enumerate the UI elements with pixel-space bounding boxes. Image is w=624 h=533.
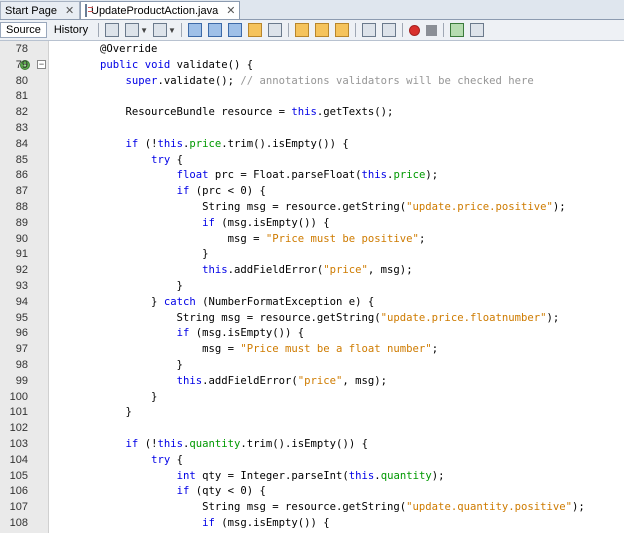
code-line: ResourceBundle resource = this.getTexts(… <box>49 106 394 119</box>
uncomment-icon[interactable] <box>469 23 484 37</box>
editor-toolbar: Source History ▼ ▼ <box>0 20 624 41</box>
code-line: } catch (NumberFormatException e) { <box>49 295 375 308</box>
toolbar-separator <box>354 23 356 37</box>
code-line: String msg = resource.getString("update.… <box>49 311 560 324</box>
code-line: if (!this.price.trim().isEmpty()) { <box>125 137 349 150</box>
code-line: } <box>49 406 132 419</box>
line-number: 86 <box>15 169 28 182</box>
code-line: String msg = resource.getString("update.… <box>49 201 566 213</box>
previous-bookmark-icon[interactable] <box>294 23 309 37</box>
line-number: 78 <box>15 43 28 55</box>
forward-icon[interactable] <box>153 23 168 37</box>
line-number: 82 <box>15 106 28 119</box>
code-editor[interactable]: @Override public void validate() { super… <box>49 41 624 533</box>
toggle-highlight-icon[interactable] <box>247 23 262 37</box>
start-macro-recording-icon[interactable] <box>408 24 420 36</box>
code-line: super.validate(); // annotations validat… <box>125 74 534 87</box>
shift-left-icon[interactable] <box>361 23 376 37</box>
code-line: try { <box>151 153 183 166</box>
code-line: if (qty < 0) { <box>176 485 266 498</box>
line-number-gutter: − 78 79 80 81 82 83 84 85 86 87 88 89 90 91 92 93 94 95 96… <box>0 41 49 533</box>
line-number: 90 <box>15 232 28 245</box>
close-icon[interactable]: ✕ <box>226 4 235 17</box>
code-line: this.addFieldError("price", msg); <box>176 374 388 387</box>
code-line: float prc = Float.parseFloat(this.price)… <box>176 169 439 182</box>
line-number: 84 <box>15 137 28 150</box>
line-number: 87 <box>15 185 28 198</box>
line-number: 107 <box>9 501 28 514</box>
toolbar-separator <box>442 23 444 37</box>
code-line: } <box>49 280 183 292</box>
line-number: 100 <box>9 390 28 403</box>
back-icon[interactable] <box>125 23 140 37</box>
code-line: public void validate() { <box>100 58 254 71</box>
line-number: 95 <box>15 311 28 324</box>
code-line: } <box>49 390 158 403</box>
history-button[interactable]: History <box>49 22 93 38</box>
line-number: 94 <box>15 295 28 308</box>
line-number: 98 <box>15 359 28 371</box>
line-number: 80 <box>15 74 28 87</box>
line-number: 101 <box>9 406 28 419</box>
java-file-icon <box>85 4 93 17</box>
code-line: msg = "Price must be a float number"; <box>49 343 439 356</box>
editor-tab-bar: Start Page ✕ UpdateProductAction.java ✕ <box>0 0 624 20</box>
source-button[interactable]: Source <box>0 22 47 38</box>
code-line: if (msg.isEmpty()) { <box>202 517 330 529</box>
code-line: if (prc < 0) { <box>176 185 266 198</box>
tab-label: UpdateProductAction.java <box>91 4 219 17</box>
line-number: 104 <box>9 453 28 466</box>
line-number: 89 <box>15 216 28 229</box>
code-line: if (msg.isEmpty()) { <box>202 216 330 229</box>
line-number: 103 <box>9 438 28 450</box>
line-number: 105 <box>9 469 28 482</box>
tab-start-page[interactable]: Start Page ✕ <box>0 1 80 19</box>
line-number: 81 <box>15 90 28 103</box>
code-line: this.addFieldError("price", msg); <box>202 264 413 277</box>
code-line: msg = "Price must be positive"; <box>49 232 426 245</box>
find-icon[interactable] <box>187 23 202 37</box>
find-next-icon[interactable] <box>227 23 242 37</box>
line-number: 91 <box>15 248 28 261</box>
toggle-bookmark-icon[interactable] <box>334 23 349 37</box>
code-line: } <box>49 248 209 261</box>
toolbar-separator <box>287 23 289 37</box>
line-number: 108 <box>9 517 28 529</box>
line-number: 102 <box>9 422 28 435</box>
line-number: 106 <box>9 485 28 498</box>
line-number: 96 <box>15 327 28 340</box>
last-edit-icon[interactable] <box>105 23 120 37</box>
line-number: 97 <box>15 343 28 356</box>
comment-icon[interactable] <box>449 23 464 37</box>
shift-right-icon[interactable] <box>381 23 396 37</box>
tab-update-product-action[interactable]: UpdateProductAction.java ✕ <box>80 1 240 19</box>
chevron-down-icon[interactable]: ▼ <box>168 26 176 35</box>
find-previous-icon[interactable] <box>207 23 222 37</box>
fold-collapse-icon[interactable]: − <box>37 60 46 69</box>
tab-label: Start Page <box>5 4 57 17</box>
line-number: 99 <box>15 374 28 387</box>
code-line: String msg = resource.getString("update.… <box>49 501 585 514</box>
code-line: int qty = Integer.parseInt(this.quantity… <box>176 469 445 482</box>
code-line: try { <box>151 453 183 466</box>
line-number: 88 <box>15 201 28 213</box>
line-number: 92 <box>15 264 28 277</box>
toolbar-separator <box>180 23 182 37</box>
toggle-rectangular-selection-icon[interactable] <box>267 23 282 37</box>
stop-macro-recording-icon[interactable] <box>425 24 437 36</box>
line-number: 83 <box>15 122 28 134</box>
code-line: } <box>49 359 183 371</box>
close-icon[interactable]: ✕ <box>65 4 74 17</box>
toolbar-separator <box>98 23 100 37</box>
code-line: if (msg.isEmpty()) { <box>176 327 305 340</box>
next-bookmark-icon[interactable] <box>314 23 329 37</box>
line-number: 85 <box>15 153 28 166</box>
code-line: @Override <box>49 43 158 55</box>
chevron-down-icon[interactable]: ▼ <box>140 26 148 35</box>
code-line: if (!this.quantity.trim().isEmpty()) { <box>125 438 368 450</box>
line-number: 79 <box>15 58 28 71</box>
toolbar-separator <box>401 23 403 37</box>
line-number: 93 <box>15 280 28 292</box>
